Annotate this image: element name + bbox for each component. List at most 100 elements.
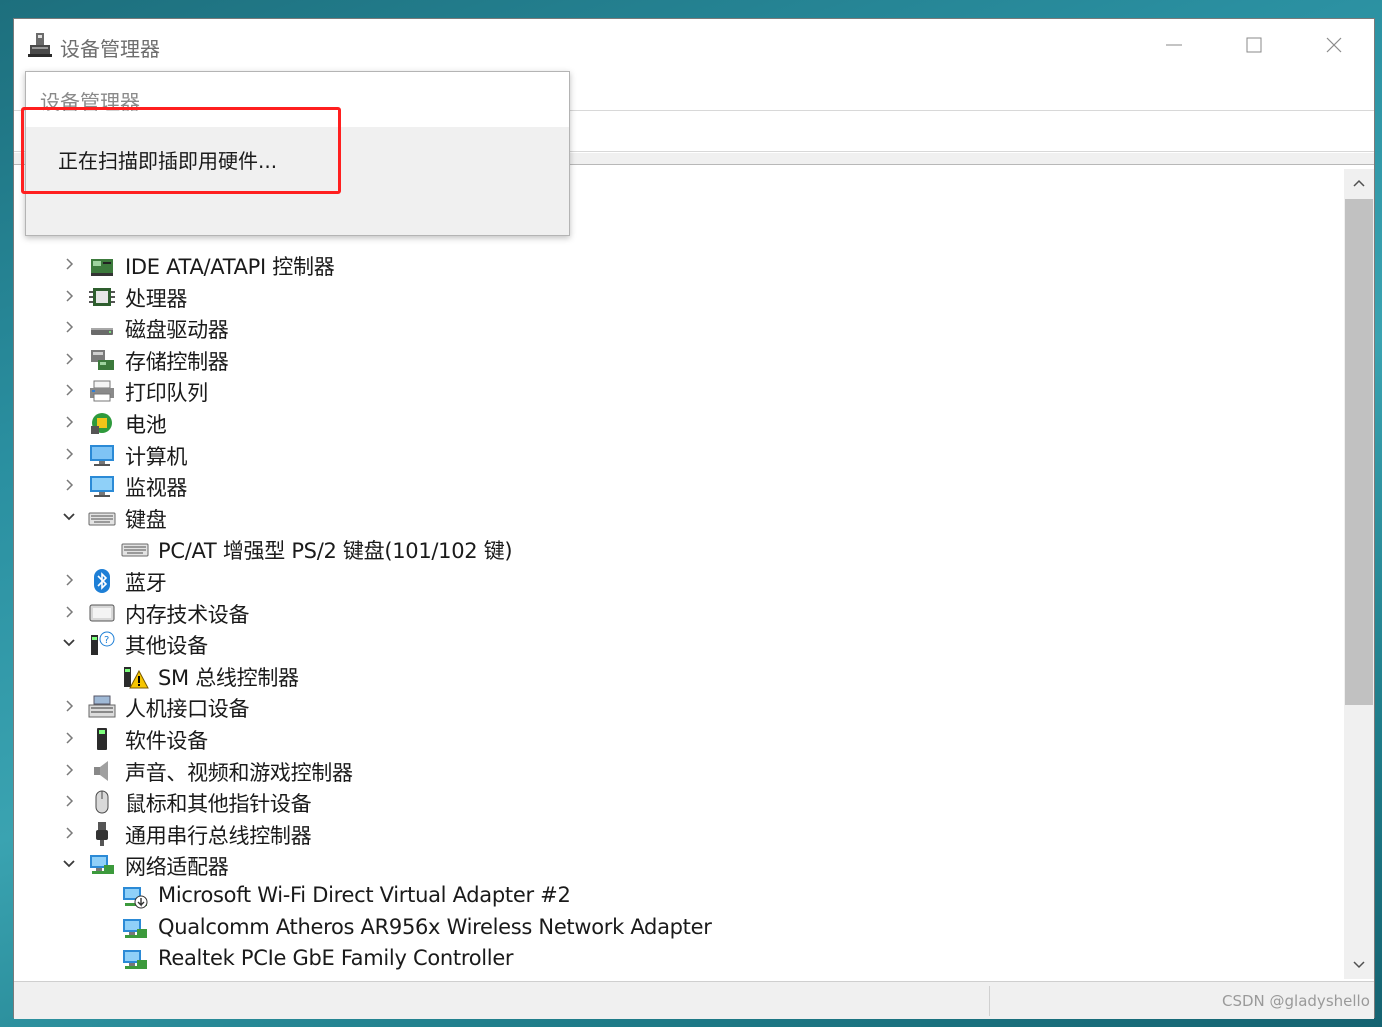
device-row[interactable]: Qualcomm Atheros AR956x Wireless Network… [14,913,1342,944]
battery-icon [88,409,116,437]
chevron-down-icon[interactable] [61,634,77,652]
close-button[interactable] [1294,19,1374,71]
usb-icon [88,820,116,848]
monitor-icon [88,472,116,500]
device-label: 打印队列 [125,381,208,406]
device-category-row[interactable]: 软件设备 [14,723,1342,754]
device-label: 软件设备 [125,729,208,753]
minimize-icon [1166,44,1182,46]
chevron-right-icon[interactable] [61,287,77,305]
device-label: 监视器 [125,476,188,501]
chevron-right-icon[interactable] [61,445,77,463]
device-category-row[interactable]: 处理器 [14,281,1342,312]
printer-icon [88,377,116,405]
chevron-right-icon[interactable] [61,255,77,273]
device-category-row[interactable]: ? 其他设备 [14,628,1342,659]
device-category-row[interactable]: 打印队列 [14,375,1342,406]
device-label: 蓝牙 [125,571,167,595]
hid-icon [88,693,116,721]
scroll-down-button[interactable] [1344,951,1374,979]
device-category-row[interactable]: 鼠标和其他指针设备 [14,786,1342,817]
chevron-right-icon[interactable] [61,571,77,589]
speaker-icon [88,757,116,785]
device-label: SM 总线控制器 [158,665,299,690]
device-category-row[interactable]: 计算机 [14,439,1342,470]
device-row[interactable]: Microsoft Wi-Fi Direct Virtual Adapter #… [14,881,1342,912]
network-adapter-icon [88,851,116,879]
device-label: 磁盘驱动器 [125,318,229,343]
device-label: 人机接口设备 [125,697,250,722]
chevron-up-icon [1353,179,1365,187]
device-category-row[interactable]: IDE ATA/ATAPI 控制器 [14,249,1342,280]
scroll-thumb[interactable] [1345,199,1373,705]
close-icon [1326,37,1342,53]
disk-drive-icon [88,314,116,342]
ide-controller-icon [88,251,116,279]
svg-text:?: ? [104,635,109,646]
device-category-row[interactable]: 键盘 [14,502,1342,533]
vertical-scrollbar[interactable] [1344,169,1374,979]
chevron-right-icon[interactable] [61,824,77,842]
keyboard-icon [121,535,149,563]
watermark-text: CSDN @gladyshello [1222,992,1370,1010]
device-label: 通用串行总线控制器 [125,823,312,848]
network-disabled-icon [121,883,149,911]
device-category-row[interactable]: 通用串行总线控制器 [14,818,1342,849]
device-label: 其他设备 [125,634,208,659]
device-category-row[interactable]: 电池 [14,407,1342,438]
minimize-button[interactable] [1134,19,1214,71]
device-label: 电池 [125,413,167,437]
device-label: 网络适配器 [125,855,229,880]
bluetooth-icon [88,567,116,595]
scroll-up-button[interactable] [1344,169,1374,197]
chevron-right-icon[interactable] [61,697,77,715]
device-label: Microsoft Wi-Fi Direct Virtual Adapter #… [158,883,571,907]
computer-icon [88,441,116,469]
device-label: 键盘 [125,507,167,532]
device-category-row[interactable]: 网络适配器 [14,849,1342,880]
chevron-right-icon[interactable] [61,318,77,336]
device-label: 内存技术设备 [125,602,250,627]
device-manager-app-icon [28,33,52,57]
device-row[interactable]: SM 总线控制器 [14,660,1342,691]
device-label: PC/AT 增强型 PS/2 键盘(101/102 键) [158,539,513,564]
device-label: 鼠标和其他指针设备 [125,792,312,817]
device-label: Realtek PCIe GbE Family Controller [158,946,514,971]
device-category-row[interactable]: 声音、视频和游戏控制器 [14,755,1342,786]
chevron-down-icon[interactable] [61,855,77,873]
network-adapter-icon [121,946,149,974]
title-bar[interactable]: 设备管理器 [14,19,1374,71]
chevron-right-icon[interactable] [61,413,77,431]
processor-icon [88,283,116,311]
device-label: IDE ATA/ATAPI 控制器 [125,255,335,279]
chevron-right-icon[interactable] [61,729,77,747]
chevron-right-icon[interactable] [61,761,77,779]
device-label: 计算机 [125,444,188,469]
device-row[interactable]: PC/AT 增强型 PS/2 键盘(101/102 键) [14,533,1342,564]
chevron-down-icon[interactable] [61,508,77,526]
chevron-down-icon [1353,961,1365,969]
chevron-right-icon[interactable] [61,792,77,810]
chevron-right-icon[interactable] [61,476,77,494]
red-highlight-box [21,107,341,194]
status-bar: CSDN @gladyshello [14,981,1374,1019]
software-device-icon [88,725,116,753]
maximize-button[interactable] [1214,19,1294,71]
chevron-right-icon[interactable] [61,350,77,368]
device-tree: IDE ATA/ATAPI 控制器 处理器磁盘驱动器 存储控制器打印队列电池计算机监… [14,167,1342,975]
device-category-row[interactable]: 蓝牙 [14,565,1342,596]
device-category-row[interactable]: 人机接口设备 [14,691,1342,722]
network-adapter-icon [121,915,149,943]
maximize-icon [1246,37,1262,53]
warning-device-icon [121,662,149,690]
chevron-right-icon[interactable] [61,603,77,621]
device-category-row[interactable]: 存储控制器 [14,344,1342,375]
device-label: 处理器 [125,286,188,311]
device-category-row[interactable]: 监视器 [14,470,1342,501]
device-category-row[interactable]: 内存技术设备 [14,597,1342,628]
device-label: Qualcomm Atheros AR956x Wireless Network… [158,914,712,939]
chevron-right-icon[interactable] [61,381,77,399]
device-row[interactable]: Realtek PCIe GbE Family Controller [14,944,1342,975]
storage-controller-icon [88,346,116,374]
device-category-row[interactable]: 磁盘驱动器 [14,312,1342,343]
